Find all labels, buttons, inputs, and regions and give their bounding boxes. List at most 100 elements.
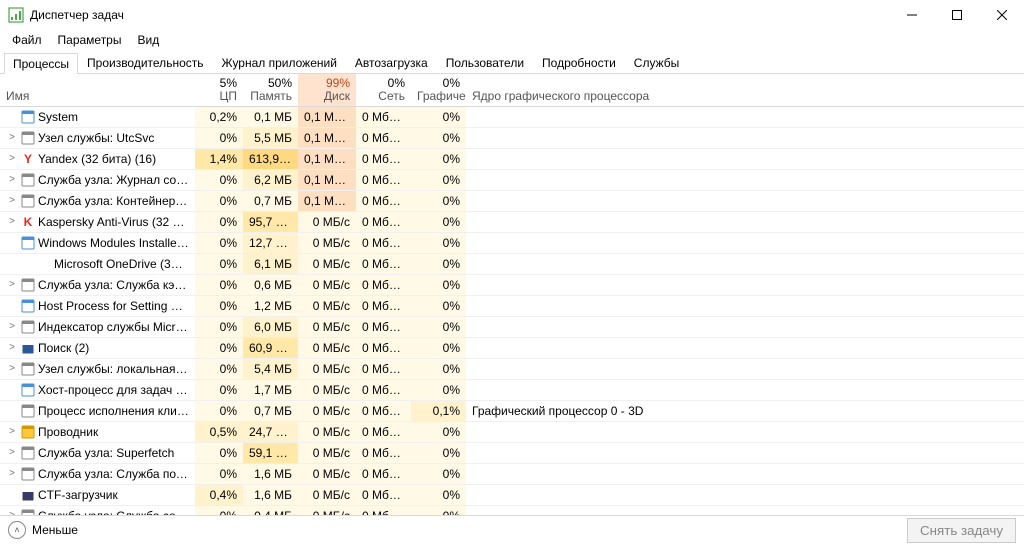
tab-startup[interactable]: Автозагрузка: [346, 52, 437, 73]
cell-disk: 0 МБ/с: [298, 296, 356, 317]
process-row[interactable]: >Служба узла: Служба пользов...0%1,6 МБ0…: [0, 464, 1024, 485]
process-row[interactable]: >Служба узла: Контейнер служ...0%0,7 МБ0…: [0, 191, 1024, 212]
expand-icon[interactable]: >: [6, 510, 18, 515]
cell-gpu-engine: [466, 254, 1024, 275]
process-name: Узел службы: локальная служ...: [38, 362, 189, 376]
cell-memory: 0,4 МБ: [243, 506, 298, 516]
expand-icon[interactable]: >: [6, 153, 18, 164]
process-icon: [20, 424, 36, 440]
menu-options[interactable]: Параметры: [54, 32, 126, 48]
process-row[interactable]: >Служба узла: Журнал событи...0%6,2 МБ0,…: [0, 170, 1024, 191]
col-network[interactable]: 0%Сеть: [356, 74, 411, 106]
process-icon: [36, 256, 52, 272]
process-row[interactable]: System0,2%0,1 МБ0,1 МБ/с0 Мбит/с0%: [0, 106, 1024, 128]
process-row[interactable]: >Поиск (2)0%60,9 МБ0 МБ/с0 Мбит/с0%: [0, 338, 1024, 359]
process-name: Служба узла: Служба сопоста...: [38, 509, 189, 516]
expand-icon[interactable]: >: [6, 216, 18, 227]
fewer-details-toggle[interactable]: ˄ Меньше: [8, 521, 78, 539]
end-task-button[interactable]: Снять задачу: [907, 518, 1016, 543]
cell-network: 0 Мбит/с: [356, 338, 411, 359]
cell-gpu-engine: [466, 128, 1024, 149]
cell-cpu: 0,4%: [195, 485, 243, 506]
process-row[interactable]: Процесс исполнения клиент-...0%0,7 МБ0 М…: [0, 401, 1024, 422]
tab-users[interactable]: Пользователи: [437, 52, 533, 73]
cell-disk: 0 МБ/с: [298, 464, 356, 485]
cell-cpu: 0,2%: [195, 106, 243, 128]
col-gpu-engine[interactable]: Ядро графического процессора: [466, 74, 1024, 106]
col-gpu[interactable]: 0%Графиче...: [411, 74, 466, 106]
cell-gpu: 0%: [411, 191, 466, 212]
process-row[interactable]: >Узел службы: UtcSvc0%5,5 МБ0,1 МБ/с0 Мб…: [0, 128, 1024, 149]
cell-disk: 0 МБ/с: [298, 380, 356, 401]
process-name: Процесс исполнения клиент-...: [38, 404, 189, 418]
tab-performance[interactable]: Производительность: [78, 52, 212, 73]
cell-gpu: 0%: [411, 443, 466, 464]
process-icon: [20, 403, 36, 419]
expand-icon[interactable]: >: [6, 132, 18, 143]
cell-network: 0 Мбит/с: [356, 275, 411, 296]
tab-processes[interactable]: Процессы: [4, 53, 78, 74]
minimize-button[interactable]: [889, 0, 934, 30]
process-row[interactable]: >YYandex (32 бита) (16)1,4%613,9 МБ0,1 М…: [0, 149, 1024, 170]
cell-disk: 0,1 МБ/с: [298, 149, 356, 170]
expand-icon[interactable]: >: [6, 426, 18, 437]
cell-gpu-engine: [466, 317, 1024, 338]
expand-icon[interactable]: >: [6, 342, 18, 353]
process-icon: [20, 172, 36, 188]
cell-memory: 0,7 МБ: [243, 191, 298, 212]
cell-memory: 613,9 МБ: [243, 149, 298, 170]
cell-network: 0 Мбит/с: [356, 254, 411, 275]
cell-network: 0 Мбит/с: [356, 233, 411, 254]
expand-icon[interactable]: >: [6, 363, 18, 374]
process-row[interactable]: Windows Modules Installer Wor...0%12,7 М…: [0, 233, 1024, 254]
col-memory[interactable]: 50%Память: [243, 74, 298, 106]
tab-app-history[interactable]: Журнал приложений: [213, 52, 346, 73]
menu-view[interactable]: Вид: [133, 32, 163, 48]
expand-icon[interactable]: >: [6, 279, 18, 290]
titlebar: Диспетчер задач: [0, 0, 1024, 30]
close-button[interactable]: [979, 0, 1024, 30]
cell-gpu-engine: [466, 233, 1024, 254]
cell-memory: 6,1 МБ: [243, 254, 298, 275]
expand-icon[interactable]: >: [6, 195, 18, 206]
col-disk[interactable]: 99%Диск: [298, 74, 356, 106]
cell-memory: 59,1 МБ: [243, 443, 298, 464]
process-row[interactable]: >KKaspersky Anti-Virus (32 бита)0%95,7 М…: [0, 212, 1024, 233]
tab-services[interactable]: Службы: [625, 52, 688, 73]
process-row[interactable]: >Служба узла: Служба кэша ш...0%0,6 МБ0 …: [0, 275, 1024, 296]
col-name[interactable]: Имя: [0, 74, 195, 106]
col-cpu[interactable]: 5%ЦП: [195, 74, 243, 106]
status-bar: ˄ Меньше Снять задачу: [0, 515, 1024, 544]
process-icon: Y: [20, 151, 36, 167]
expand-icon[interactable]: >: [6, 468, 18, 479]
process-row[interactable]: Хост-процесс для задач Wind...0%1,7 МБ0 …: [0, 380, 1024, 401]
tab-details[interactable]: Подробности: [533, 52, 625, 73]
maximize-button[interactable]: [934, 0, 979, 30]
process-icon: [20, 298, 36, 314]
process-row[interactable]: >Узел службы: локальная служ...0%5,4 МБ0…: [0, 359, 1024, 380]
process-name: Проводник: [38, 425, 189, 439]
cell-gpu-engine: Графический процессор 0 - 3D: [466, 401, 1024, 422]
process-row[interactable]: Microsoft OneDrive (32 бита)0%6,1 МБ0 МБ…: [0, 254, 1024, 275]
cell-gpu: 0%: [411, 359, 466, 380]
process-row[interactable]: CTF-загрузчик0,4%1,6 МБ0 МБ/с0 Мбит/с0%: [0, 485, 1024, 506]
cell-network: 0 Мбит/с: [356, 149, 411, 170]
process-row[interactable]: >Проводник0,5%24,7 МБ0 МБ/с0 Мбит/с0%: [0, 422, 1024, 443]
expand-icon[interactable]: >: [6, 321, 18, 332]
cell-gpu: 0%: [411, 338, 466, 359]
process-grid[interactable]: Имя 5%ЦП 50%Память 99%Диск 0%Сеть 0%Граф…: [0, 74, 1024, 515]
cell-disk: 0,1 МБ/с: [298, 128, 356, 149]
expand-icon[interactable]: >: [6, 447, 18, 458]
process-row[interactable]: >Служба узла: Superfetch0%59,1 МБ0 МБ/с0…: [0, 443, 1024, 464]
cell-memory: 24,7 МБ: [243, 422, 298, 443]
process-row[interactable]: >Служба узла: Служба сопоста...0%0,4 МБ0…: [0, 506, 1024, 516]
expand-icon[interactable]: >: [6, 174, 18, 185]
menu-file[interactable]: Файл: [8, 32, 46, 48]
process-name: Узел службы: UtcSvc: [38, 131, 189, 145]
process-name: CTF-загрузчик: [38, 488, 189, 502]
process-row[interactable]: >Индексатор службы Microsoft...0%6,0 МБ0…: [0, 317, 1024, 338]
process-icon: [20, 466, 36, 482]
process-row[interactable]: Host Process for Setting Synchr...0%1,2 …: [0, 296, 1024, 317]
tab-bar: Процессы Производительность Журнал прило…: [0, 50, 1024, 74]
cell-network: 0 Мбит/с: [356, 170, 411, 191]
